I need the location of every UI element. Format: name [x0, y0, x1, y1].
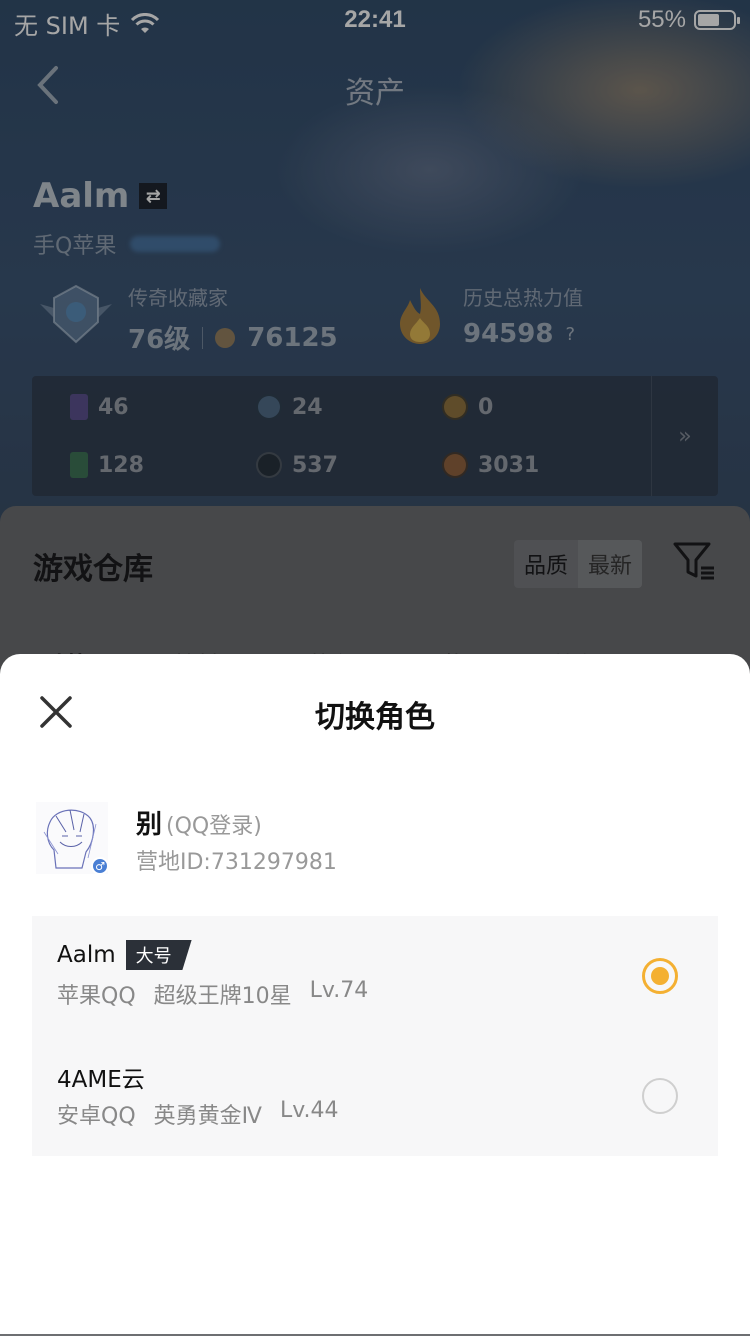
main-account-badge: 大号 [125, 940, 192, 970]
role-name: Aalm [57, 942, 116, 968]
account-name: 别 [136, 810, 163, 840]
sheet-title: 切换角色 [315, 700, 435, 735]
login-type: (QQ登录) [166, 814, 262, 839]
role-level: Lv.44 [279, 1098, 339, 1123]
role-radio-selected[interactable] [642, 958, 678, 994]
role-rank: 超级王牌10星 [153, 984, 292, 1009]
role-radio-unselected[interactable] [642, 1078, 678, 1114]
role-level: Lv.74 [309, 978, 369, 1003]
account-info: ♂ 别 (QQ登录) 营地ID:731297981 [36, 802, 716, 882]
role-list: Aalm 大号 苹果QQ 超级王牌10星 Lv.74 4AME云 安卓QQ 英勇… [32, 916, 718, 1156]
avatar: ♂ [36, 802, 108, 874]
switch-role-sheet: 切换角色 ♂ 别 (QQ登录) 营地ID:731297981 Aalm 大号 苹果… [0, 654, 750, 1334]
role-rank: 英勇黄金Ⅳ [153, 1104, 262, 1129]
role-name: 4AME云 [57, 1067, 145, 1093]
svg-text:♂: ♂ [95, 860, 105, 873]
role-item[interactable]: Aalm 大号 苹果QQ 超级王牌10星 Lv.74 [32, 916, 718, 1036]
role-platform: 安卓QQ [57, 1104, 136, 1129]
role-item[interactable]: 4AME云 安卓QQ 英勇黄金Ⅳ Lv.44 [32, 1036, 718, 1156]
camp-id: 营地ID:731297981 [136, 850, 337, 875]
role-platform: 苹果QQ [57, 984, 136, 1009]
